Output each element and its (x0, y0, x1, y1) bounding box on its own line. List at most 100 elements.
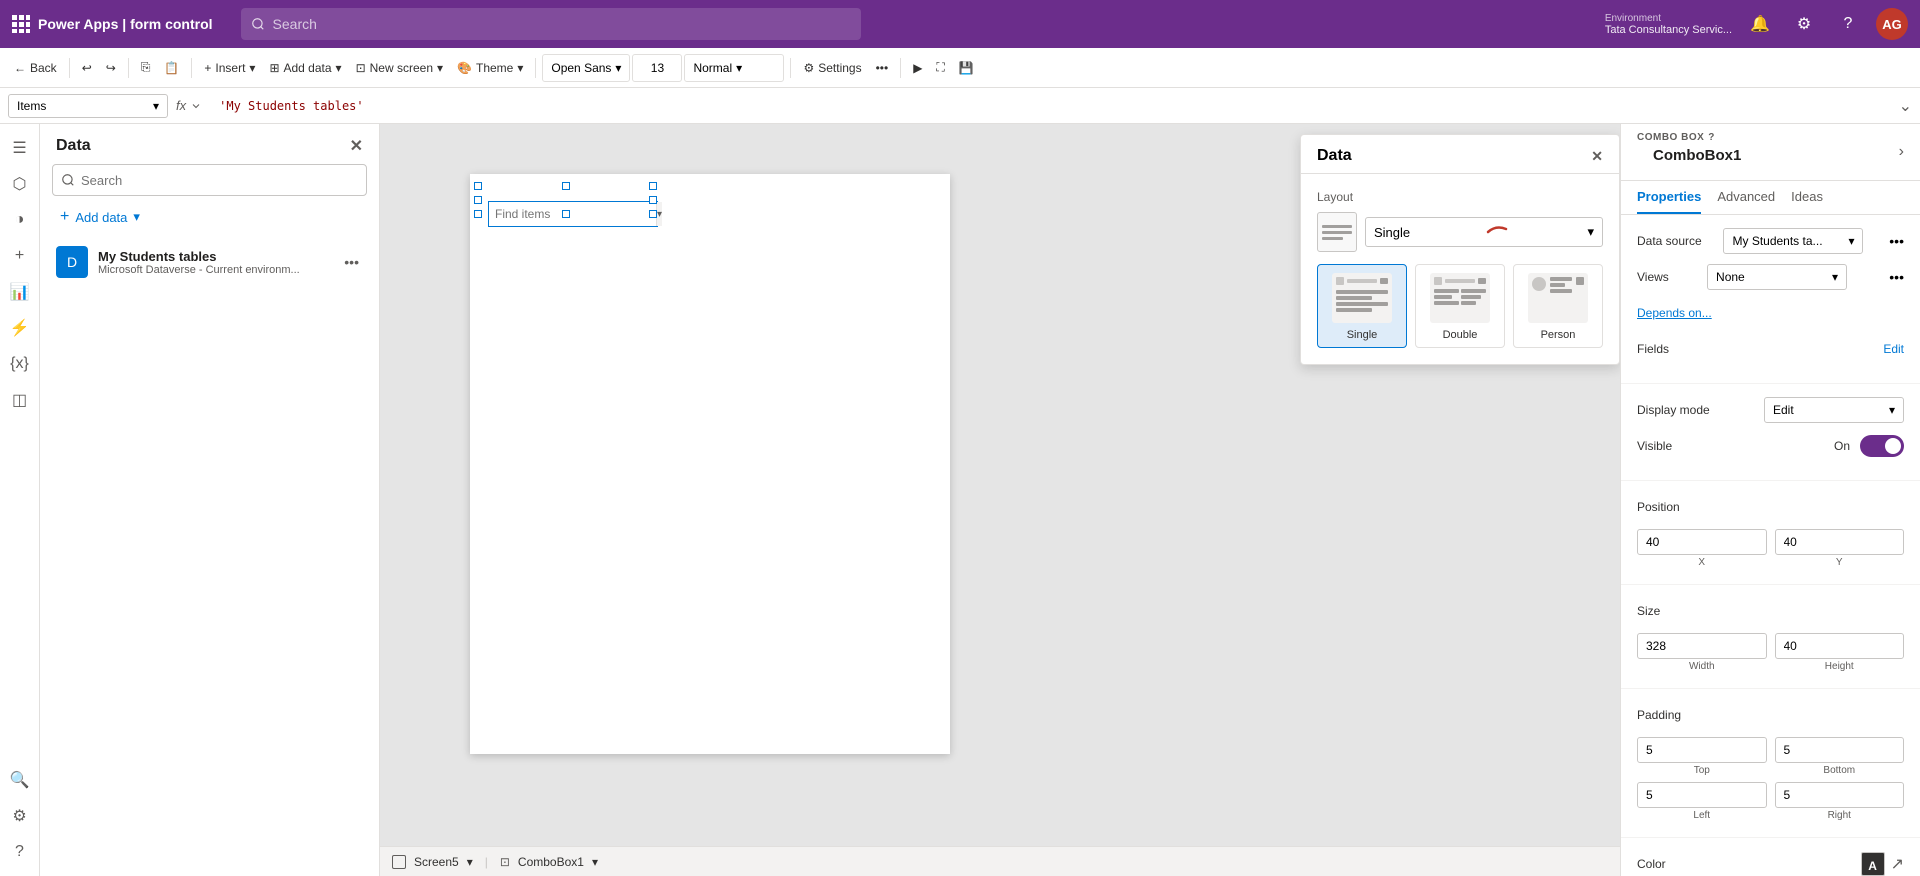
data-search-input[interactable] (81, 173, 358, 188)
sidebar-icon-components[interactable]: ⬡ (4, 168, 36, 200)
tab-advanced[interactable]: Advanced (1717, 181, 1775, 214)
sidebar-icon-search[interactable]: 🔍 (4, 764, 36, 796)
property-selector[interactable]: Items ▾ (8, 94, 168, 118)
fit-screen-button[interactable]: ⛶ (930, 54, 950, 82)
padding-top-field[interactable]: 5 (1637, 737, 1767, 763)
layout-option-single[interactable]: Single (1317, 264, 1407, 348)
color-arrow-icon[interactable]: ↗ (1891, 854, 1904, 874)
display-mode-dropdown[interactable]: Edit ▾ (1764, 397, 1904, 423)
visible-toggle[interactable] (1860, 435, 1904, 457)
data-overlay-header: Data ✕ (1301, 135, 1619, 174)
sidebar-icon-data[interactable]: 📊 (4, 276, 36, 308)
combobox-selection-wrapper[interactable]: ▾ (478, 186, 653, 214)
sidebar-icon-treeview[interactable]: ☰ (4, 132, 36, 164)
views-settings-icon[interactable]: ••• (1889, 269, 1904, 285)
depends-on-link[interactable]: Depends on... (1637, 306, 1712, 320)
combobox-input[interactable] (489, 207, 656, 221)
sidebar-icon-themes[interactable]: ◑ (4, 204, 36, 236)
sidebar-icon-media[interactable]: ◫ (4, 384, 36, 416)
data-overlay: Data ✕ Layout Single ▾ (1300, 134, 1620, 365)
back-button[interactable]: ← Back (8, 54, 63, 82)
views-dropdown[interactable]: None ▾ (1707, 264, 1847, 290)
settings-toolbar-button[interactable]: ⚙ Settings (797, 54, 867, 82)
position-x-field[interactable]: 40 (1637, 529, 1767, 555)
handle-ml[interactable] (474, 196, 482, 204)
right-panel-header: COMBO BOX ? ComboBox1 › (1621, 124, 1920, 181)
data-panel-title: Data (56, 137, 91, 155)
font-selector[interactable]: Open Sans ▾ (542, 54, 630, 82)
formula-input[interactable] (210, 94, 1890, 118)
screen-tab-checkbox[interactable] (392, 855, 406, 869)
help-circle-icon[interactable]: ? (1708, 132, 1715, 143)
data-panel-search[interactable] (52, 164, 367, 196)
sidebar-icon-add[interactable]: + (4, 240, 36, 272)
save-button[interactable]: 💾 (953, 54, 980, 82)
layout-preview-icon-person (1528, 273, 1588, 323)
text-style-selector[interactable]: Normal ▾ (684, 54, 784, 82)
tab-ideas[interactable]: Ideas (1791, 181, 1823, 214)
padding-right-field[interactable]: 5 (1775, 782, 1905, 808)
settings-icon[interactable]: ⚙ (1788, 8, 1820, 40)
global-search[interactable] (241, 8, 861, 40)
sidebar-icon-help-bottom[interactable]: ? (4, 836, 36, 868)
data-panel-close-icon[interactable]: ✕ (350, 136, 363, 156)
datasource-item[interactable]: D My Students tables Microsoft Dataverse… (40, 238, 379, 286)
data-overlay-close-icon[interactable]: ✕ (1591, 148, 1603, 165)
color-controls: ↗ (1861, 852, 1904, 876)
insert-button[interactable]: + Insert ▾ (198, 54, 261, 82)
more-button[interactable]: ••• (870, 54, 895, 82)
left-icon-sidebar: ☰ ⬡ ◑ + 📊 ⚡ {x} ◫ 🔍 ⚙ ? (0, 124, 40, 876)
layout-option-person[interactable]: Person (1513, 264, 1603, 348)
help-icon[interactable]: ? (1832, 8, 1864, 40)
canvas-area[interactable]: ▾ Data ✕ Layout (380, 124, 1620, 876)
combobox-label[interactable]: ComboBox1 (518, 855, 584, 869)
handle-tr[interactable] (649, 182, 657, 190)
fields-edit-btn[interactable]: Edit (1883, 342, 1904, 356)
handle-mr[interactable] (649, 196, 657, 204)
layout-dropdown[interactable]: Single ▾ (1365, 217, 1603, 247)
global-search-input[interactable] (273, 16, 851, 32)
handle-tl[interactable] (474, 182, 482, 190)
padding-bottom-field[interactable]: 5 (1775, 737, 1905, 763)
datasource-settings-icon[interactable]: ••• (1889, 233, 1904, 249)
add-data-btn[interactable]: + Add data ▾ (52, 204, 367, 230)
layout-option-double[interactable]: Double (1415, 264, 1505, 348)
add-data-button[interactable]: ⊞ Add data ▾ (263, 54, 347, 82)
sidebar-icon-variables[interactable]: {x} (4, 348, 36, 380)
padding-left-field[interactable]: 5 (1637, 782, 1767, 808)
formula-expand-icon[interactable]: ⌄ (1899, 96, 1912, 116)
position-y-field[interactable]: 40 (1775, 529, 1905, 555)
paste-button[interactable]: 📋 (158, 54, 185, 82)
screen-chevron-icon[interactable]: ▾ (467, 855, 473, 869)
size-width-field[interactable]: 328 (1637, 633, 1767, 659)
new-screen-chevron-icon: ▾ (437, 61, 443, 75)
handle-tm[interactable] (562, 182, 570, 190)
notification-icon[interactable]: 🔔 (1744, 8, 1776, 40)
tab-properties[interactable]: Properties (1637, 181, 1701, 214)
rp-section-size: Size 328 Width 40 Height (1621, 585, 1920, 689)
combobox-widget[interactable]: ▾ (488, 201, 658, 227)
app-menu-icon[interactable] (12, 15, 30, 33)
screen-label[interactable]: Screen5 (414, 855, 459, 869)
font-size-input[interactable]: 13 (632, 54, 682, 82)
undo-button[interactable]: ↩ (76, 54, 98, 82)
handle-bm[interactable] (562, 210, 570, 218)
toolbar-separator-2 (128, 58, 129, 78)
right-panel-expand-icon[interactable]: › (1899, 143, 1904, 161)
datasource-dropdown[interactable]: My Students ta... ▾ (1723, 228, 1863, 254)
sidebar-icon-settings-bottom[interactable]: ⚙ (4, 800, 36, 832)
size-height-field[interactable]: 40 (1775, 633, 1905, 659)
handle-br[interactable] (649, 210, 657, 218)
redo-button[interactable]: ↪ (100, 54, 122, 82)
datasource-more-icon[interactable]: ••• (340, 254, 363, 270)
combobox-chevron-icon[interactable]: ▾ (592, 855, 598, 869)
handle-bl[interactable] (474, 210, 482, 218)
theme-button[interactable]: 🎨 Theme ▾ (451, 54, 529, 82)
sidebar-icon-flows[interactable]: ⚡ (4, 312, 36, 344)
copy-button[interactable]: ⎘ (135, 54, 157, 82)
preview-button[interactable]: ▶ (907, 54, 928, 82)
color-swatch[interactable] (1861, 852, 1885, 876)
toolbar-separator-4 (535, 58, 536, 78)
avatar[interactable]: AG (1876, 8, 1908, 40)
new-screen-button[interactable]: ⊡ New screen ▾ (350, 54, 449, 82)
